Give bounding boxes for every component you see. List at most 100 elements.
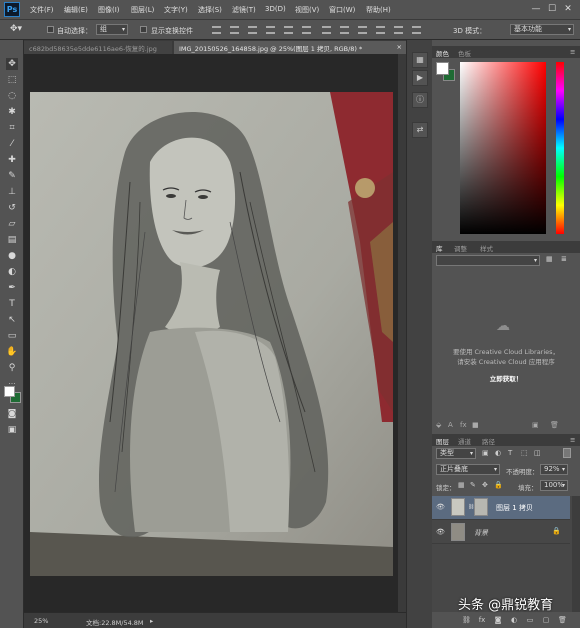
distribute-top-icon[interactable] xyxy=(322,26,331,34)
menu-select[interactable]: 选择(S) xyxy=(198,5,222,15)
move-tool-icon[interactable]: ✥ xyxy=(6,58,18,70)
workspace-dropdown[interactable]: 基本功能 ▾ xyxy=(510,24,574,35)
zoom-tool-icon[interactable]: ⚲ xyxy=(6,362,18,374)
menu-3d[interactable]: 3D(D) xyxy=(265,5,286,13)
tab-styles[interactable]: 样式 xyxy=(480,243,493,253)
eraser-tool-icon[interactable]: ▱ xyxy=(6,218,18,230)
canvas-scrollbar[interactable] xyxy=(398,54,406,612)
hand-tool-icon[interactable]: ✋ xyxy=(6,346,18,358)
grid-view-icon[interactable]: ▦ xyxy=(546,255,555,264)
menu-layer[interactable]: 图层(L) xyxy=(131,5,154,15)
auto-select-checkbox[interactable] xyxy=(47,26,54,33)
fill-field[interactable]: 100% ▾ xyxy=(540,480,568,491)
tab-color[interactable]: 颜色 xyxy=(436,48,449,58)
distribute-bottom-icon[interactable] xyxy=(358,26,367,34)
distribute-hcenter-icon[interactable] xyxy=(394,26,403,34)
new-group-icon[interactable]: ▭ xyxy=(526,616,534,624)
lock-position-icon[interactable]: ✥ xyxy=(482,481,488,489)
type-tool-icon[interactable]: T xyxy=(6,298,18,310)
add-graphic-icon[interactable]: ■ xyxy=(472,421,479,429)
status-menu-arrow-icon[interactable]: ▸ xyxy=(150,617,153,625)
align-vcenter-icon[interactable] xyxy=(230,26,239,34)
hue-slider[interactable] xyxy=(556,62,564,234)
menu-type[interactable]: 文字(Y) xyxy=(164,5,188,15)
document-image[interactable] xyxy=(30,92,393,576)
align-bottom-icon[interactable] xyxy=(248,26,257,34)
shape-tool-icon[interactable]: ▭ xyxy=(6,330,18,342)
align-right-icon[interactable] xyxy=(302,26,311,34)
new-layer-icon[interactable]: ▢ xyxy=(542,616,550,624)
filter-toggle-icon[interactable] xyxy=(563,448,571,458)
gradient-tool-icon[interactable]: ▤ xyxy=(6,234,18,246)
properties-panel-icon[interactable]: ⇄ xyxy=(412,122,428,138)
tab-swatches[interactable]: 色板 xyxy=(458,48,471,58)
quick-mask-icon[interactable]: ◙ xyxy=(6,408,18,420)
layers-scrollbar[interactable] xyxy=(572,496,580,612)
layer-kind-filter[interactable]: 类型 ▾ xyxy=(436,448,476,459)
add-char-style-icon[interactable]: A xyxy=(448,421,453,429)
layers-panel-menu-icon[interactable]: ≡ xyxy=(570,436,575,444)
filter-adjustment-icon[interactable]: ◐ xyxy=(495,449,501,457)
filter-shape-icon[interactable]: ⬚ xyxy=(521,449,528,457)
visibility-eye-icon[interactable]: 👁 xyxy=(436,503,445,511)
menu-window[interactable]: 窗口(W) xyxy=(329,5,355,15)
layer-style-icon[interactable]: fx xyxy=(478,616,486,624)
crop-tool-icon[interactable]: ⌗ xyxy=(6,122,18,134)
layer-row-2[interactable]: 👁 背景 🔒 xyxy=(432,521,570,544)
add-color-icon[interactable]: ⬙ xyxy=(436,421,441,429)
filter-pixel-icon[interactable]: ▣ xyxy=(482,449,489,457)
clone-stamp-tool-icon[interactable]: ⊥ xyxy=(6,186,18,198)
delete-layer-icon[interactable]: 🗑 xyxy=(558,616,567,624)
add-mask-icon[interactable]: ◙ xyxy=(494,616,502,624)
menu-help[interactable]: 帮助(H) xyxy=(366,5,391,15)
tab-channels[interactable]: 通道 xyxy=(458,436,471,446)
info-panel-icon[interactable]: ⓘ xyxy=(412,92,428,108)
show-transform-checkbox[interactable] xyxy=(140,26,147,33)
menu-image[interactable]: 图像(I) xyxy=(98,5,120,15)
tab-document-1[interactable]: c682bd58635e5dde6116ae6-恢复的.jpg xyxy=(24,41,172,54)
add-layer-style-icon[interactable]: fx xyxy=(460,421,467,429)
brush-tool-icon[interactable]: ✎ xyxy=(6,170,18,182)
tab-document-2[interactable]: IMG_20150526_164858.jpg @ 25%(图层 1 拷贝, R… xyxy=(174,41,406,54)
path-select-tool-icon[interactable]: ↖ xyxy=(6,314,18,326)
distribute-left-icon[interactable] xyxy=(376,26,385,34)
list-view-icon[interactable]: ≣ xyxy=(561,255,570,264)
library-dropdown[interactable]: ▾ xyxy=(436,255,540,266)
close-tab-icon[interactable]: × xyxy=(397,43,402,51)
blur-tool-icon[interactable]: ● xyxy=(6,250,18,262)
quick-select-tool-icon[interactable]: ✱ xyxy=(6,106,18,118)
history-panel-icon[interactable]: ▦ xyxy=(412,52,428,68)
align-top-icon[interactable] xyxy=(212,26,221,34)
tab-layers[interactable]: 图层 xyxy=(436,436,449,446)
visibility-eye-icon[interactable]: 👁 xyxy=(436,528,445,536)
menu-edit[interactable]: 编辑(E) xyxy=(64,5,88,15)
auto-select-dropdown[interactable]: 组 ▾ xyxy=(96,24,128,35)
maximize-icon[interactable]: ☐ xyxy=(546,3,558,15)
tab-libraries[interactable]: 库 xyxy=(436,243,443,253)
layer-row-1[interactable]: 👁 ⛓ 图层 1 拷贝 xyxy=(432,496,570,520)
tab-adjustments[interactable]: 调整 xyxy=(454,243,467,253)
pen-tool-icon[interactable]: ✒ xyxy=(6,282,18,294)
menu-file[interactable]: 文件(F) xyxy=(30,5,54,15)
actions-play-icon[interactable]: ▶ xyxy=(412,70,428,86)
zoom-level[interactable]: 25% xyxy=(34,617,48,625)
layer-name[interactable]: 背景 xyxy=(474,528,488,538)
library-delete-icon[interactable]: 🗑 xyxy=(550,421,559,429)
marquee-tool-icon[interactable]: ⬚ xyxy=(6,74,18,86)
opacity-field[interactable]: 92% ▾ xyxy=(540,464,568,475)
distribute-right-icon[interactable] xyxy=(412,26,421,34)
filter-smart-icon[interactable]: ◫ xyxy=(534,449,541,457)
lock-image-icon[interactable]: ✎ xyxy=(470,481,476,489)
menu-filter[interactable]: 滤镜(T) xyxy=(232,5,256,15)
color-picker-field[interactable] xyxy=(460,62,546,234)
align-hcenter-icon[interactable] xyxy=(284,26,293,34)
close-window-icon[interactable]: ✕ xyxy=(562,3,574,15)
lasso-tool-icon[interactable]: ◌ xyxy=(6,90,18,102)
history-brush-tool-icon[interactable]: ↺ xyxy=(6,202,18,214)
screen-mode-icon[interactable]: ▣ xyxy=(6,424,18,436)
tab-paths[interactable]: 路径 xyxy=(482,436,495,446)
eyedropper-tool-icon[interactable]: ⁄ xyxy=(6,138,18,150)
blend-mode-dropdown[interactable]: 正片叠底 ▾ xyxy=(436,464,500,475)
menu-view[interactable]: 视图(V) xyxy=(295,5,319,15)
layer-name[interactable]: 图层 1 拷贝 xyxy=(496,503,533,513)
